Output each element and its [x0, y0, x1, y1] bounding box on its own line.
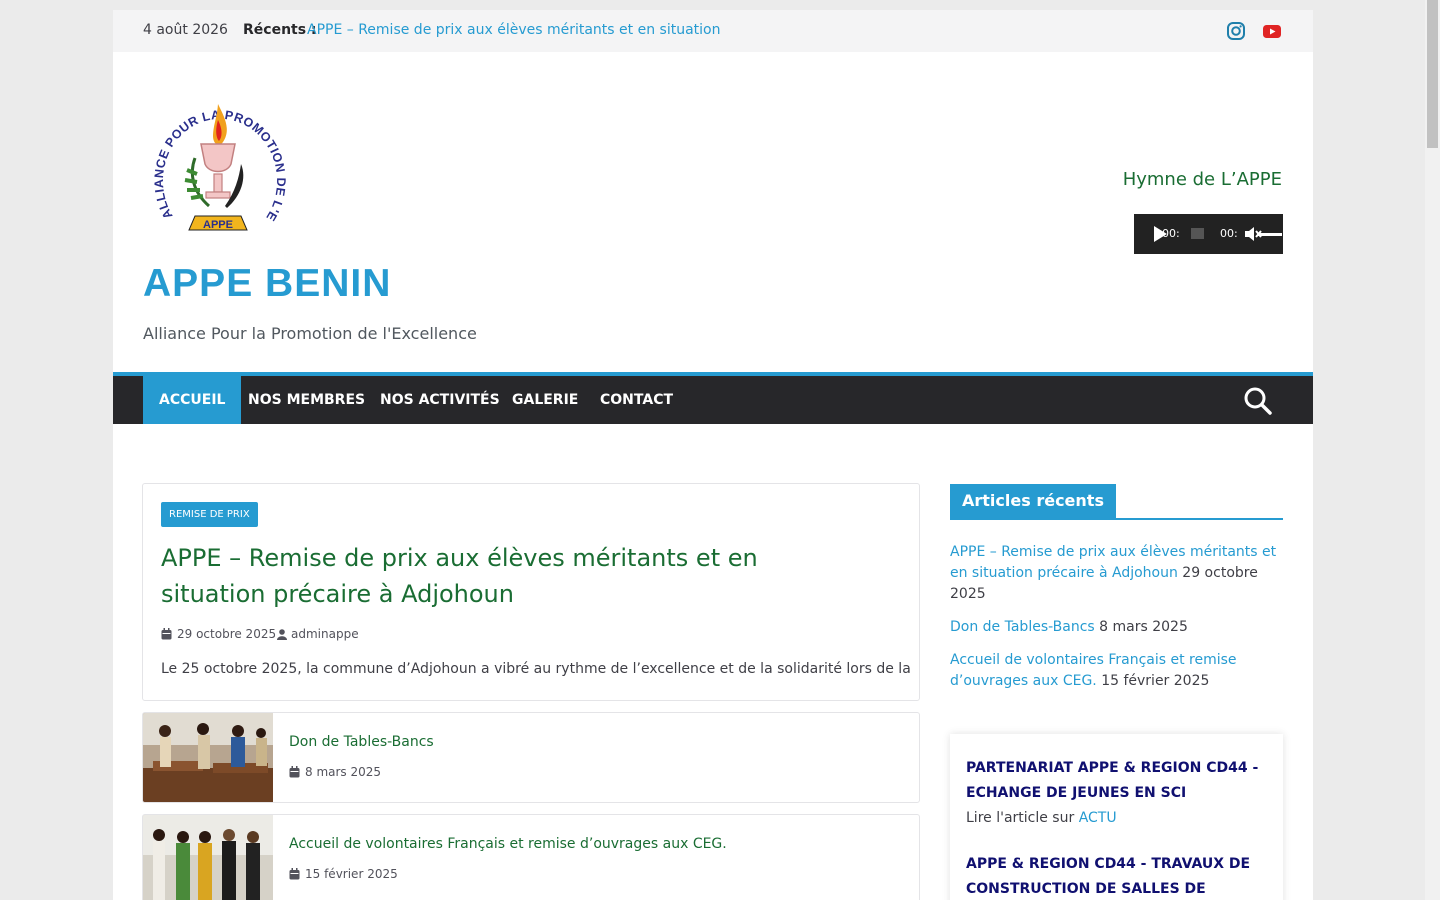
calendar-icon [289, 766, 300, 778]
player-progress-bar[interactable] [1191, 228, 1204, 239]
audio-player: 00: 00: [1134, 214, 1283, 254]
main-navigation: ACCUEIL NOS MEMBRES NOS ACTIVITÉS GALERI… [113, 372, 1313, 424]
nav-item-contact[interactable]: CONTACT [584, 376, 689, 424]
site-tagline: Alliance Pour la Promotion de l'Excellen… [143, 324, 477, 343]
nav-item-nos-membres[interactable]: NOS MEMBRES [232, 376, 381, 424]
top-bar: 4 août 2026 Récents : APPE – Remise de p… [113, 10, 1313, 52]
scrollbar-thumb[interactable] [1427, 0, 1438, 148]
nav-item-galerie[interactable]: GALERIE [496, 376, 594, 424]
read-article-link[interactable]: ACTU [1079, 810, 1117, 826]
featured-post-author[interactable]: adminappe [291, 627, 359, 641]
volume-slider[interactable] [1258, 233, 1282, 236]
recent-label: Récents : [243, 22, 317, 38]
recent-post-date: 15 février 2025 [1101, 673, 1210, 689]
post-date[interactable]: 8 mars 2025 [305, 765, 381, 779]
instagram-icon[interactable] [1225, 20, 1247, 42]
nav-item-nos-activites[interactable]: NOS ACTIVITÉS [364, 376, 516, 424]
featured-post-card: REMISE DE PRIX APPE – Remise de prix aux… [142, 483, 920, 701]
list-item: APPE – Remise de prix aux élèves méritan… [950, 542, 1283, 605]
construction-title[interactable]: APPE & REGION CD44 - TRAVAUX DE CONSTRUC… [966, 852, 1266, 900]
calendar-icon [161, 628, 172, 640]
post-thumbnail[interactable] [143, 713, 273, 803]
post-card: Don de Tables-Bancs 8 mars 2025 [142, 712, 920, 803]
recent-ticker-link[interactable]: APPE – Remise de prix aux élèves méritan… [307, 22, 720, 38]
list-item: Don de Tables-Bancs 8 mars 2025 [950, 617, 1283, 638]
current-date: 4 août 2026 [143, 22, 228, 38]
logo-badge-text: APPE [203, 219, 233, 231]
search-icon[interactable] [1243, 386, 1273, 416]
post-thumbnail[interactable] [143, 815, 273, 900]
post-date[interactable]: 15 février 2025 [305, 867, 398, 881]
user-icon [277, 629, 287, 640]
page: 4 août 2026 Récents : APPE – Remise de p… [113, 10, 1313, 900]
site-logo[interactable]: ALLIANCE POUR LA PROMOTION DE L'EXCELLEN… [143, 78, 293, 240]
featured-post-excerpt: Le 25 octobre 2025, la commune d’Adjohou… [161, 661, 911, 677]
post-title[interactable]: Accueil de volontaires Français et remis… [289, 836, 727, 852]
recent-posts-heading: Articles récents [950, 484, 1116, 518]
post-title[interactable]: Don de Tables-Bancs [289, 734, 434, 750]
player-current-time: 00: [1162, 227, 1180, 240]
scrollbar[interactable] [1425, 0, 1440, 900]
hymn-title: Hymne de L’APPE [1122, 169, 1282, 190]
widget-heading-underline [950, 518, 1283, 520]
category-badge[interactable]: REMISE DE PRIX [161, 502, 258, 527]
post-card: Accueil de volontaires Français et remis… [142, 814, 920, 900]
recent-post-link[interactable]: Don de Tables-Bancs [950, 619, 1095, 635]
featured-post-title[interactable]: APPE – Remise de prix aux élèves méritan… [161, 540, 861, 612]
read-article-text: Lire l'article sur ACTU [966, 810, 1117, 826]
partnership-box: PARTENARIAT APPE & REGION CD44 - ECHANGE… [950, 734, 1283, 900]
site-title[interactable]: APPE BENIN [143, 262, 391, 306]
recent-post-date: 8 mars 2025 [1099, 619, 1188, 635]
player-total-time: 00: [1220, 227, 1238, 240]
nav-item-accueil[interactable]: ACCUEIL [143, 376, 242, 424]
calendar-icon [289, 868, 300, 880]
recent-posts-list: APPE – Remise de prix aux élèves méritan… [950, 542, 1283, 704]
partnership-title[interactable]: PARTENARIAT APPE & REGION CD44 - ECHANGE… [966, 756, 1266, 806]
youtube-icon[interactable] [1261, 20, 1283, 42]
featured-post-date[interactable]: 29 octobre 2025 [177, 627, 276, 641]
read-article-prefix: Lire l'article sur [966, 810, 1075, 826]
list-item: Accueil de volontaires Français et remis… [950, 650, 1283, 692]
